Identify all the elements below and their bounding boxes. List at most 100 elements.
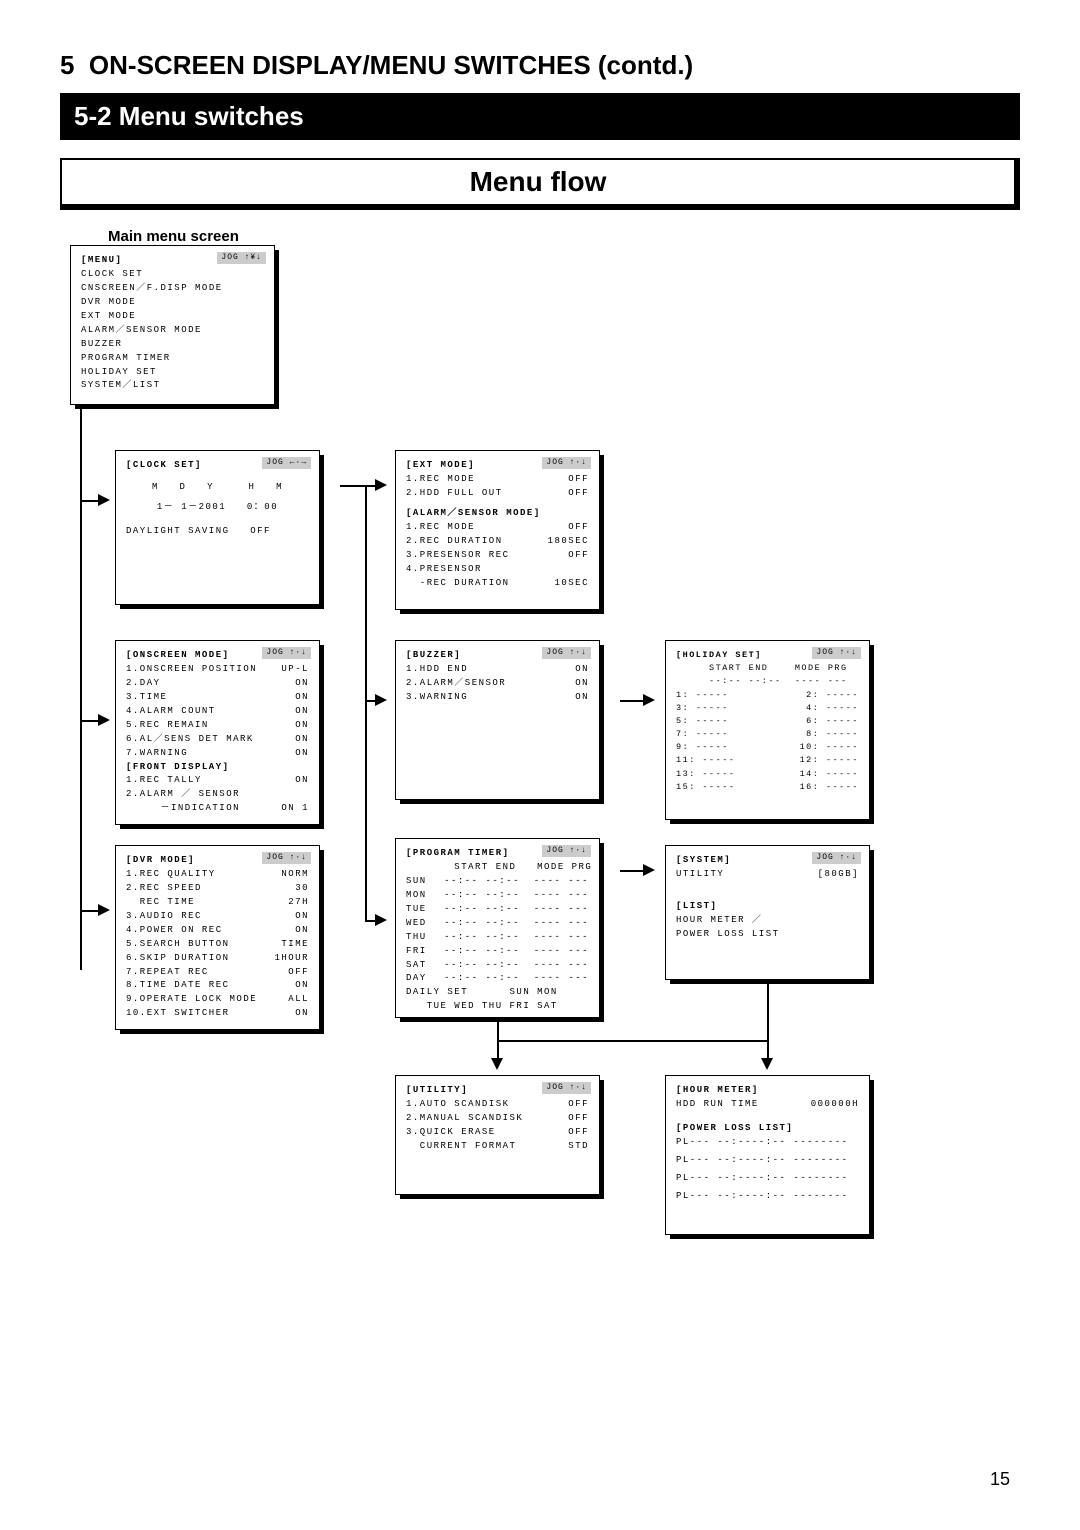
- arrow-right-icon: [375, 694, 387, 706]
- jog-hint: JOG ↑·↓: [812, 647, 861, 659]
- menu-item: DVR MODE: [81, 296, 264, 310]
- arrow-down-icon: [491, 1058, 503, 1070]
- holiday-box: JOG ↑·↓ [HOLIDAY SET] START END MODE PRG…: [665, 640, 870, 820]
- clock-date: 1－ 1－2001 0：00: [126, 501, 309, 515]
- flow-title-box: Menu flow: [60, 158, 1020, 210]
- connector: [365, 485, 367, 920]
- row: 5: -----6: -----: [676, 715, 859, 728]
- row: 3.PRESENSOR RECOFF: [406, 549, 589, 563]
- arrow-right-icon: [375, 479, 387, 491]
- row: 8.TIME DATE RECON: [126, 979, 309, 993]
- jog-hint: JOG ↑¥↓: [217, 252, 266, 264]
- arrow-down-icon: [761, 1058, 773, 1070]
- row: FRI--:-- --:-- ---- ---: [406, 945, 589, 959]
- row: 3.QUICK ERASEOFF: [406, 1126, 589, 1140]
- jog-hint: JOG ↑·↓: [262, 647, 311, 659]
- main-menu-box: JOG ↑¥↓ [MENU] CLOCK SET CNSCREEN／F.DISP…: [70, 245, 275, 405]
- buzzer-box: JOG ↑·↓ [BUZZER] 1.HDD ENDON 2.ALARM／SEN…: [395, 640, 600, 800]
- arrow-right-icon: [643, 864, 655, 876]
- box-title: [HOUR METER]: [676, 1084, 859, 1098]
- row: HDD RUN TIME000000H: [676, 1098, 859, 1112]
- holiday-headers: START END MODE PRG: [676, 662, 859, 675]
- row: 6.AL／SENS DET MARKON: [126, 733, 309, 747]
- row: 4.POWER ON RECON: [126, 924, 309, 938]
- pl-line: PL--- --:----:-- --------: [676, 1172, 859, 1186]
- connector: [80, 405, 82, 970]
- arrow-right-icon: [375, 914, 387, 926]
- row: 3: -----4: -----: [676, 702, 859, 715]
- row: 7.WARNINGON: [126, 747, 309, 761]
- section-number: 5: [60, 50, 74, 81]
- row: -REC DURATION10SEC: [406, 577, 589, 591]
- clock-labels: M D Y H M: [126, 481, 309, 495]
- connector: [80, 720, 100, 722]
- row: 10.EXT SWITCHERON: [126, 1007, 309, 1021]
- row: 2.MANUAL SCANDISKOFF: [406, 1112, 589, 1126]
- jog-hint: JOG ↑·↓: [542, 845, 591, 857]
- jog-hint: JOG ←·→: [262, 457, 311, 469]
- clock-set-box: JOG ←·→ [CLOCK SET] M D Y H M 1－ 1－2001 …: [115, 450, 320, 605]
- row: 2.REC SPEED30: [126, 882, 309, 896]
- row: 11: -----12: -----: [676, 754, 859, 767]
- row: 5.REC REMAINON: [126, 719, 309, 733]
- row: POWER LOSS LIST: [676, 928, 859, 942]
- menu-item: PROGRAM TIMER: [81, 352, 264, 366]
- row: 2.DAYON: [126, 677, 309, 691]
- pl-title: [POWER LOSS LIST]: [676, 1122, 859, 1136]
- row: 1.REC MODEOFF: [406, 473, 589, 487]
- system-box: JOG ↑·↓ [SYSTEM] UTILITY[80GB] [LIST] HO…: [665, 845, 870, 980]
- daily-set: DAILY SET SUN MON: [406, 986, 589, 1000]
- row: 1: -----2: -----: [676, 689, 859, 702]
- row: SAT--:-- --:-- ---- ---: [406, 959, 589, 973]
- front-title: [FRONT DISPLAY]: [126, 761, 309, 775]
- daylight-row: DAYLIGHT SAVING OFF: [126, 525, 309, 539]
- onscreen-box: JOG ↑·↓ [ONSCREEN MODE] 1.ONSCREEN POSIT…: [115, 640, 320, 825]
- timer-box: JOG ↑·↓ [PROGRAM TIMER] START END MODE P…: [395, 838, 600, 1018]
- menu-item: SYSTEM／LIST: [81, 379, 264, 393]
- row: 1.REC MODEOFF: [406, 521, 589, 535]
- row: UTILITY[80GB]: [676, 868, 859, 882]
- row: TUE--:-- --:-- ---- ---: [406, 903, 589, 917]
- connector: [497, 1040, 767, 1042]
- row: 2.ALARM ／ SENSOR: [126, 788, 309, 802]
- row: 4.PRESENSOR: [406, 563, 589, 577]
- arrow-right-icon: [98, 904, 110, 916]
- jog-hint: JOG ↑·↓: [542, 457, 591, 469]
- connector: [80, 500, 100, 502]
- jog-hint: JOG ↑·↓: [542, 1082, 591, 1094]
- section-title: ON-SCREEN DISPLAY/MENU SWITCHES (contd.): [89, 50, 693, 81]
- utility-box: JOG ↑·↓ [UTILITY] 1.AUTO SCANDISKOFF 2.M…: [395, 1075, 600, 1195]
- menu-item: EXT MODE: [81, 310, 264, 324]
- row: 3.TIMEON: [126, 691, 309, 705]
- row: REC TIME27H: [126, 896, 309, 910]
- row: DAY--:-- --:-- ---- ---: [406, 972, 589, 986]
- row: 15: -----16: -----: [676, 781, 859, 794]
- row: 3.AUDIO RECON: [126, 910, 309, 924]
- row: 7.REPEAT RECOFF: [126, 966, 309, 980]
- menu-item: ALARM／SENSOR MODE: [81, 324, 264, 338]
- row: 7: -----8: -----: [676, 728, 859, 741]
- menu-item: CLOCK SET: [81, 268, 264, 282]
- row: 1.ONSCREEN POSITIONUP-L: [126, 663, 309, 677]
- dvr-box: JOG ↑·↓ [DVR MODE] 1.REC QUALITYNORM 2.R…: [115, 845, 320, 1030]
- connector: [80, 910, 100, 912]
- row: SUN--:-- --:-- ---- ---: [406, 875, 589, 889]
- row: WED--:-- --:-- ---- ---: [406, 917, 589, 931]
- row: 2.REC DURATION180SEC: [406, 535, 589, 549]
- menu-item: BUZZER: [81, 338, 264, 352]
- page-number: 15: [990, 1469, 1010, 1490]
- row: 1.HDD ENDON: [406, 663, 589, 677]
- arrow-right-icon: [98, 494, 110, 506]
- row: 5.SEARCH BUTTONTIME: [126, 938, 309, 952]
- arrow-right-icon: [98, 714, 110, 726]
- row: 2.ALARM／SENSORON: [406, 677, 589, 691]
- row: 1.AUTO SCANDISKOFF: [406, 1098, 589, 1112]
- connector: [620, 700, 645, 702]
- row: 1.REC QUALITYNORM: [126, 868, 309, 882]
- row: 13: -----14: -----: [676, 768, 859, 781]
- list-title: [LIST]: [676, 900, 859, 914]
- main-menu-label: Main menu screen: [108, 228, 1020, 245]
- row: 4.ALARM COUNTON: [126, 705, 309, 719]
- row: THU--:-- --:-- ---- ---: [406, 931, 589, 945]
- row: 9: -----10: -----: [676, 741, 859, 754]
